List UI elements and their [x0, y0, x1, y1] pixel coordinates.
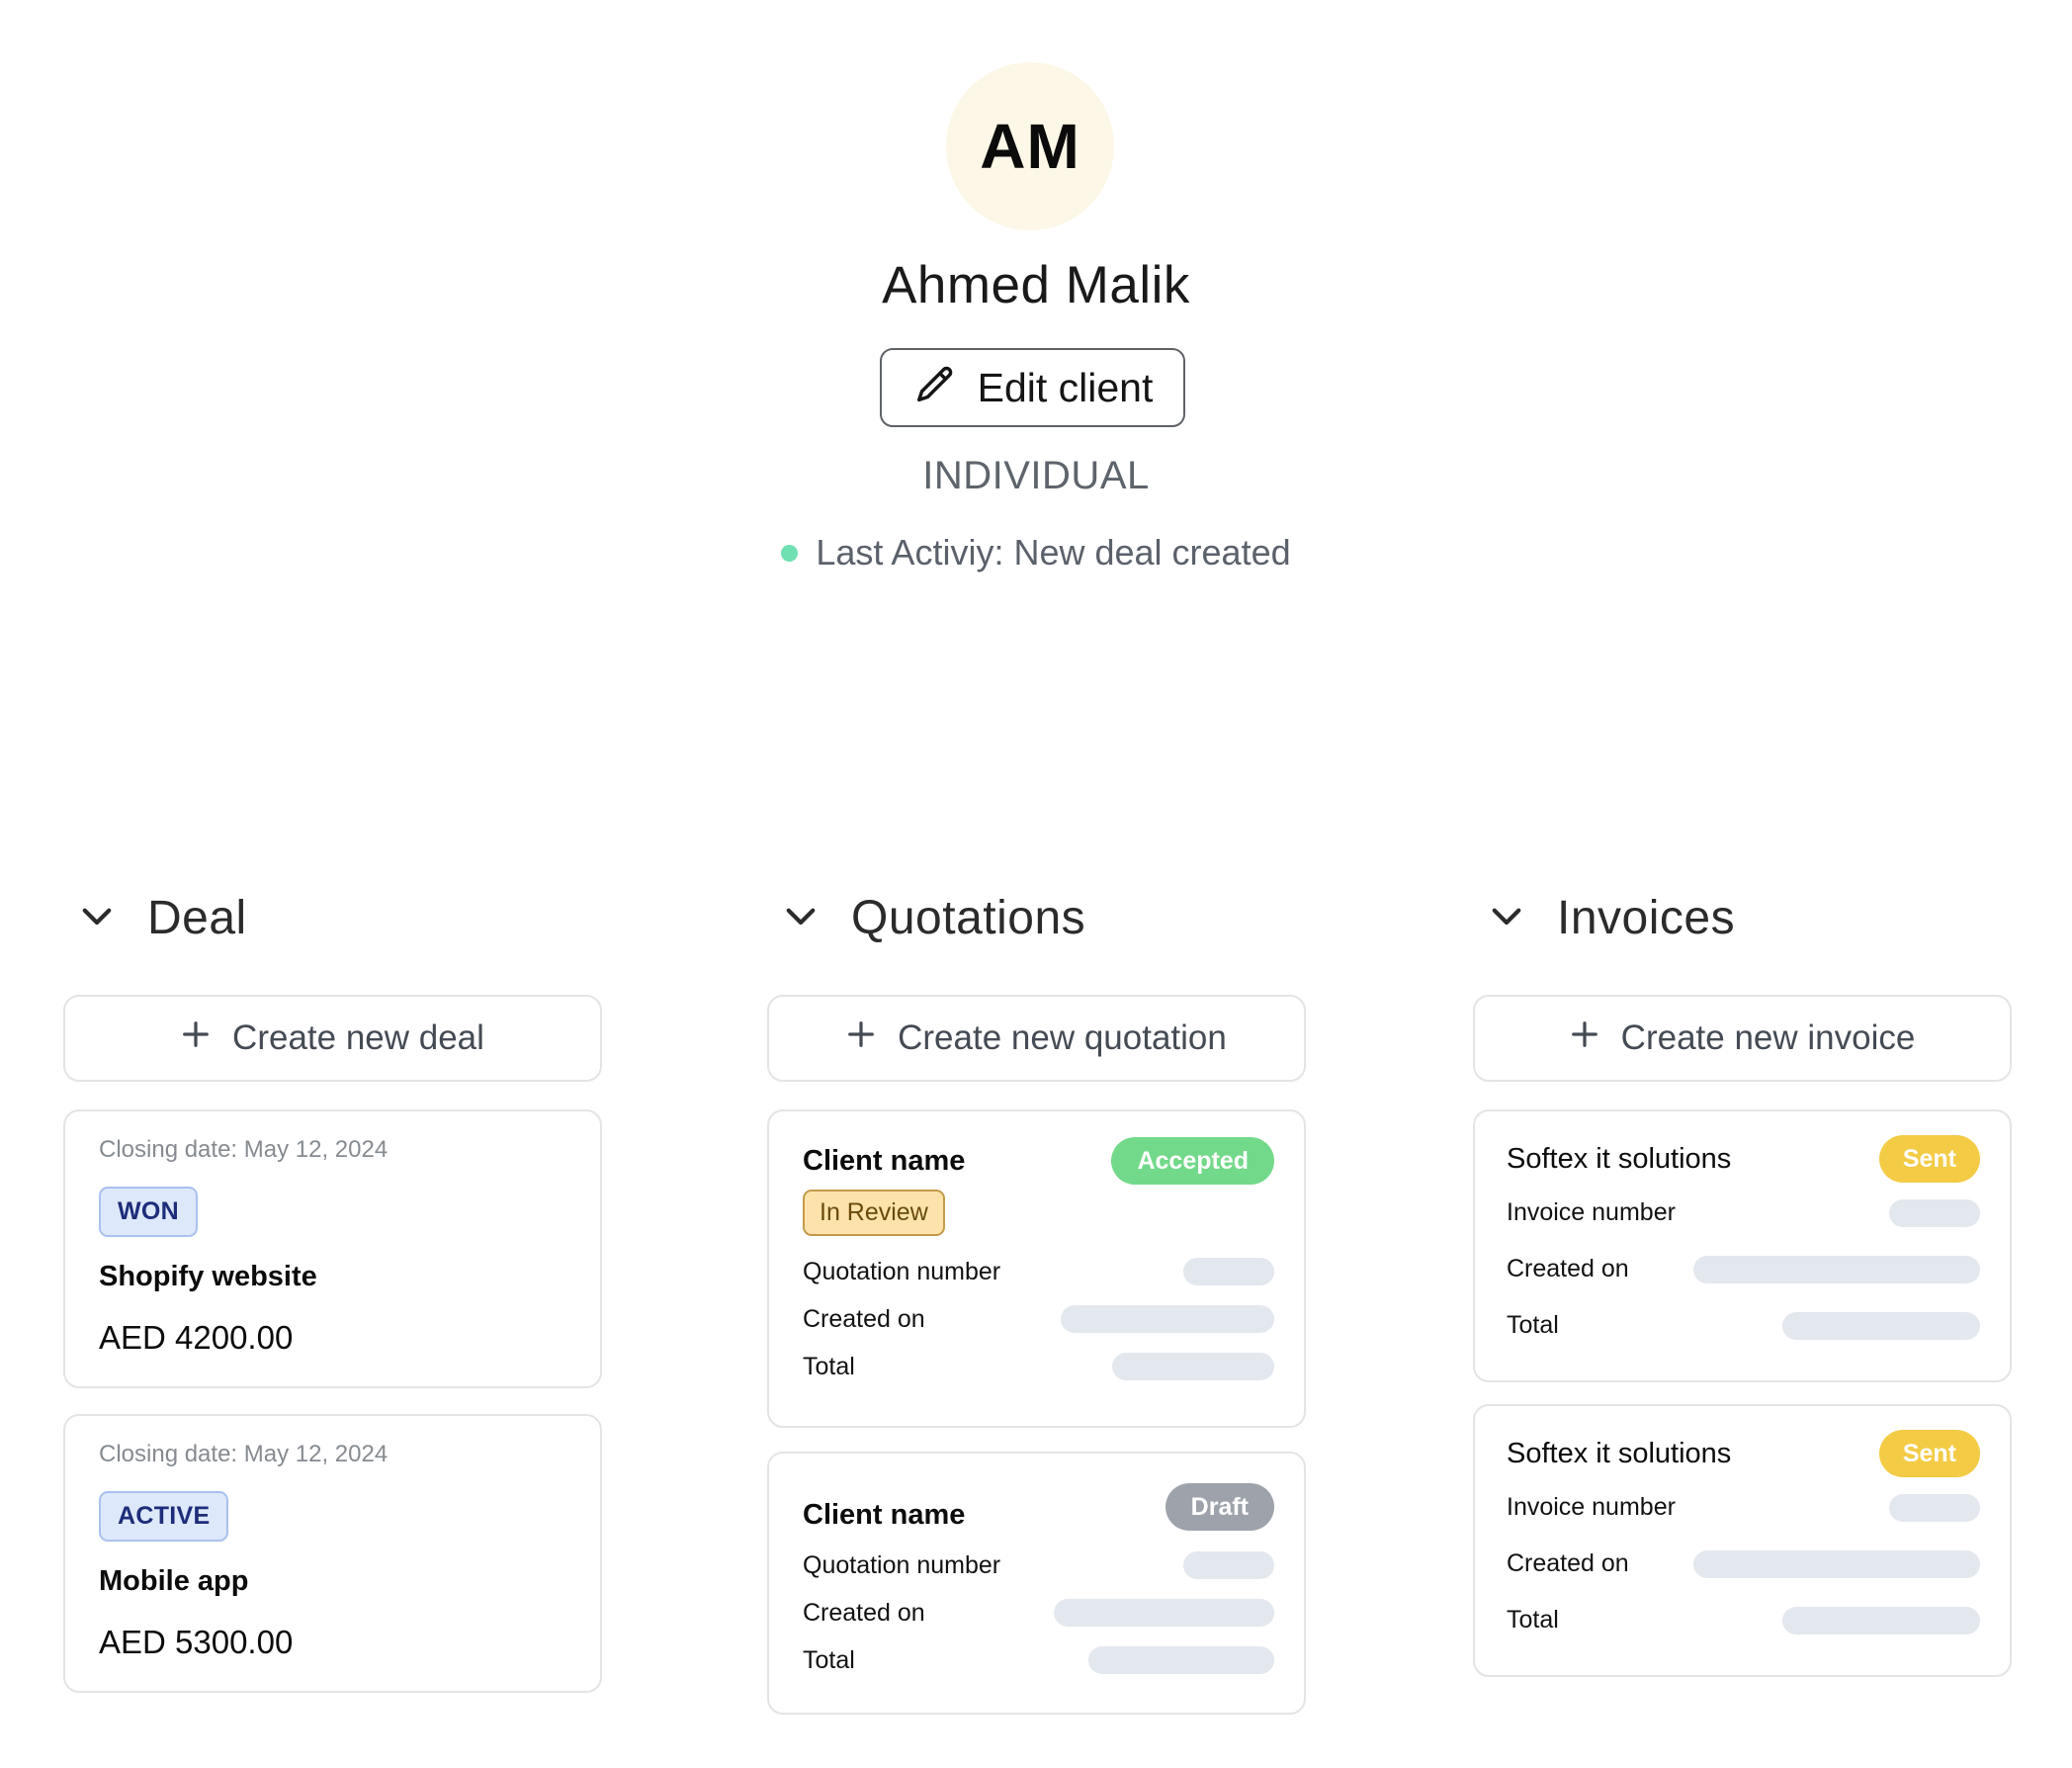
avatar-initials: AM	[980, 111, 1080, 182]
invoice-card[interactable]: Softex it solutions Sent Invoice number …	[1473, 1109, 2012, 1382]
deal-amount: AED 5300.00	[99, 1624, 294, 1660]
edit-client-label: Edit client	[977, 364, 1154, 410]
value-placeholder	[1889, 1198, 1980, 1227]
invoice-client-name: Softex it solutions	[1507, 1437, 1732, 1469]
value-placeholder	[1061, 1305, 1274, 1333]
quotation-number-row: Quotation number	[803, 1542, 1274, 1589]
total-row: Total	[1507, 1592, 1980, 1648]
value-placeholder	[1782, 1606, 1980, 1635]
value-placeholder	[1693, 1255, 1980, 1283]
created-on-row: Created on	[1507, 1536, 1980, 1592]
invoice-status-badge: Sent	[1878, 1430, 1980, 1477]
deal-section: Deal Create new deal Closing date: May 1…	[63, 880, 602, 1693]
quotation-status-badge: Draft	[1165, 1482, 1274, 1531]
create-deal-button[interactable]: Create new deal	[63, 995, 602, 1082]
deal-amount: AED 4200.00	[99, 1319, 294, 1356]
deal-status-badge: ACTIVE	[99, 1491, 229, 1542]
client-name: Ahmed Malik	[882, 256, 1190, 314]
quotations-section-title: Quotations	[851, 891, 1086, 944]
field-label: Created on	[1507, 1255, 1629, 1282]
quotation-client-name: Client name	[803, 1144, 966, 1177]
deal-name: Mobile app	[99, 1565, 249, 1597]
avatar: AM	[946, 62, 1114, 230]
closing-date: Closing date: May 12, 2024	[99, 1136, 388, 1163]
value-placeholder	[1054, 1599, 1274, 1627]
create-deal-label: Create new deal	[232, 1018, 484, 1057]
field-label: Total	[803, 1352, 855, 1380]
field-label: Invoice number	[1507, 1493, 1676, 1521]
create-invoice-button[interactable]: Create new invoice	[1473, 995, 2012, 1082]
total-row: Total	[803, 1343, 1274, 1390]
client-type: INDIVIDUAL	[922, 454, 1150, 497]
deal-section-title: Deal	[147, 891, 247, 944]
deal-card[interactable]: Closing date: May 12, 2024 WON Shopify w…	[63, 1109, 602, 1388]
last-activity: Last Activiy: New deal created	[0, 532, 2072, 574]
last-activity-text: Last Activiy: New deal created	[816, 532, 1291, 573]
value-placeholder	[1693, 1549, 1980, 1578]
plus-icon	[181, 1018, 211, 1058]
review-status-tag: In Review	[803, 1190, 945, 1236]
created-on-row: Created on	[803, 1589, 1274, 1636]
deal-card[interactable]: Closing date: May 12, 2024 ACTIVE Mobile…	[63, 1414, 602, 1693]
quotations-section-toggle[interactable]: Quotations	[767, 880, 1306, 955]
edit-client-button[interactable]: Edit client	[880, 348, 1185, 427]
value-placeholder	[1112, 1353, 1274, 1380]
quotations-section: Quotations Create new quotation Client n…	[767, 880, 1306, 1715]
invoice-number-row: Invoice number	[1507, 1479, 1980, 1536]
value-placeholder	[1183, 1258, 1274, 1285]
invoice-client-name: Softex it solutions	[1507, 1142, 1732, 1175]
value-placeholder	[1088, 1646, 1274, 1674]
value-placeholder	[1889, 1493, 1980, 1522]
deal-status-badge: WON	[99, 1187, 198, 1237]
chevron-down-icon	[76, 895, 118, 941]
quotation-card[interactable]: Client name Draft Quotation number Creat…	[767, 1452, 1306, 1715]
create-quotation-label: Create new quotation	[898, 1018, 1227, 1057]
quotation-client-name: Client name	[803, 1499, 966, 1531]
field-label: Invoice number	[1507, 1198, 1676, 1226]
quotation-number-row: Quotation number	[803, 1248, 1274, 1295]
total-row: Total	[1507, 1297, 1980, 1354]
activity-status-dot-icon	[781, 544, 799, 562]
chevron-down-icon	[1486, 895, 1527, 941]
value-placeholder	[1183, 1551, 1274, 1579]
field-label: Total	[803, 1645, 855, 1674]
field-label: Total	[1507, 1311, 1559, 1339]
plus-icon	[1570, 1018, 1599, 1058]
value-placeholder	[1782, 1311, 1980, 1340]
field-label: Quotation number	[803, 1550, 1001, 1579]
quotation-card[interactable]: Client name Accepted In Review Quotation…	[767, 1109, 1306, 1428]
field-label: Created on	[803, 1598, 925, 1627]
invoice-status-badge: Sent	[1878, 1135, 1980, 1183]
field-label: Created on	[803, 1304, 925, 1333]
invoices-section-toggle[interactable]: Invoices	[1473, 880, 2012, 955]
chevron-down-icon	[780, 895, 821, 941]
field-label: Total	[1507, 1606, 1559, 1634]
deal-section-toggle[interactable]: Deal	[63, 880, 602, 955]
invoice-number-row: Invoice number	[1507, 1185, 1980, 1241]
total-row: Total	[803, 1636, 1274, 1684]
field-label: Created on	[1507, 1549, 1629, 1577]
pencil-icon	[912, 363, 958, 413]
create-quotation-button[interactable]: Create new quotation	[767, 995, 1306, 1082]
deal-name: Shopify website	[99, 1261, 317, 1292]
closing-date: Closing date: May 12, 2024	[99, 1441, 388, 1467]
quotation-status-badge: Accepted	[1111, 1137, 1274, 1185]
invoice-card[interactable]: Softex it solutions Sent Invoice number …	[1473, 1404, 2012, 1677]
field-label: Quotation number	[803, 1257, 1001, 1285]
create-invoice-label: Create new invoice	[1620, 1018, 1916, 1057]
invoices-section-title: Invoices	[1557, 891, 1736, 944]
invoices-section: Invoices Create new invoice Softex it so…	[1473, 880, 2012, 1677]
created-on-row: Created on	[803, 1295, 1274, 1343]
plus-icon	[846, 1018, 876, 1058]
created-on-row: Created on	[1507, 1241, 1980, 1297]
